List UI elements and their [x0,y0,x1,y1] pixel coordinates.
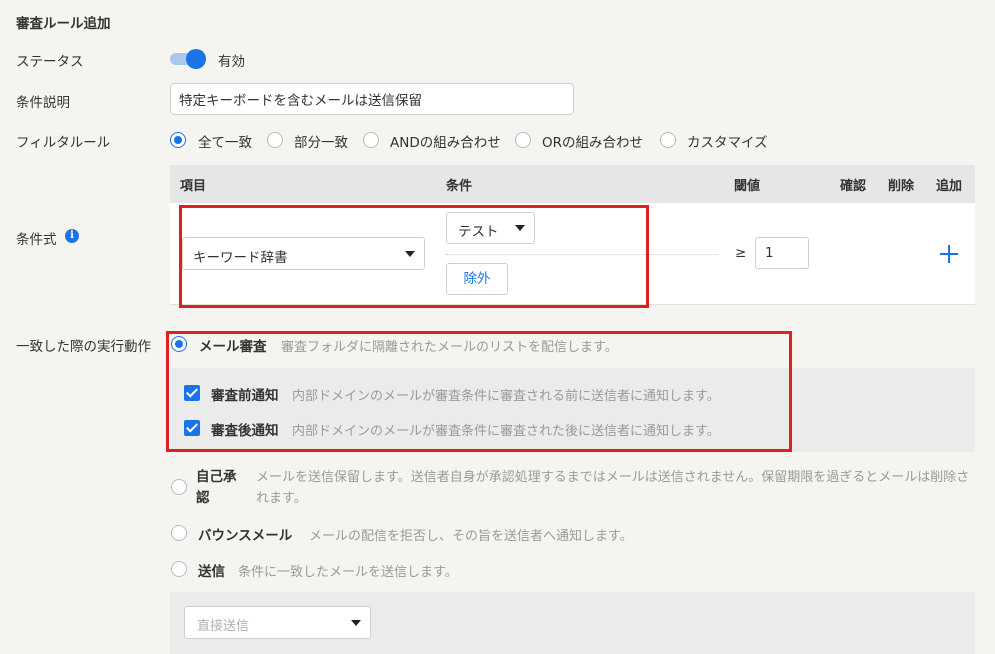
threshold-value: 1 [765,245,774,261]
header-confirm: 確認 [840,179,867,194]
action-radio-send[interactable] [171,561,187,577]
filter-option-and: ANDの組み合わせ [390,135,501,151]
highlight-box-actions [166,331,792,452]
action-self-approval-label: 自己承認 [196,469,237,506]
send-method-select[interactable]: 直接送信 [184,606,371,639]
condition-table-header: 項目 条件 閾値 確認 削除 追加 [170,165,975,203]
status-toggle[interactable] [170,49,206,69]
action-radio-bounce[interactable] [171,525,187,541]
highlight-box-condition [179,205,649,308]
filter-option-all-match: 全て一致 [198,135,252,151]
chevron-down-icon [351,619,361,626]
threshold-operator: ≥ [735,245,747,261]
filter-radio-all-match[interactable] [170,132,186,148]
action-bounce-description: メールの配信を拒否し、その旨を送信者へ通知します。 [309,529,633,544]
action-radio-self-approval[interactable] [171,479,187,495]
filter-radio-and[interactable] [363,132,379,148]
action-bounce-label: バウンスメール [198,528,293,544]
status-label: ステータス [16,54,84,70]
header-condition: 条件 [446,179,473,194]
send-method-placeholder: 直接送信 [197,619,250,634]
filter-option-customize: カスタマイズ [687,135,768,151]
page-title: 審査ルール追加 [16,16,111,32]
filter-radio-partial-match[interactable] [267,132,283,148]
condition-description-label: 条件説明 [16,95,70,111]
action-send-description: 条件に一致したメールを送信します。 [238,565,458,580]
condition-description-input[interactable] [170,83,574,115]
status-value-label: 有効 [218,54,245,70]
add-row-plus-icon[interactable] [940,245,958,263]
header-item: 項目 [180,179,207,194]
filter-option-partial-match: 部分一致 [294,135,348,151]
condition-expression-label: 条件式 [16,232,57,248]
header-threshold: 閾値 [734,179,761,194]
action-send-label: 送信 [198,564,225,580]
filter-radio-or[interactable] [515,132,531,148]
filter-option-or: ORの組み合わせ [542,135,644,151]
info-icon[interactable]: i [65,229,79,243]
header-delete: 削除 [888,179,915,194]
header-add: 追加 [936,179,963,194]
filter-radio-customize[interactable] [660,132,676,148]
threshold-input[interactable]: 1 [755,237,809,269]
match-action-label: 一致した際の実行動作 [16,339,151,355]
action-self-approval-description: メールを送信保留します。送信者自身が承認処理するまではメールは送信されません。保… [256,470,970,506]
filter-rule-label: フィルタルール [16,135,111,151]
